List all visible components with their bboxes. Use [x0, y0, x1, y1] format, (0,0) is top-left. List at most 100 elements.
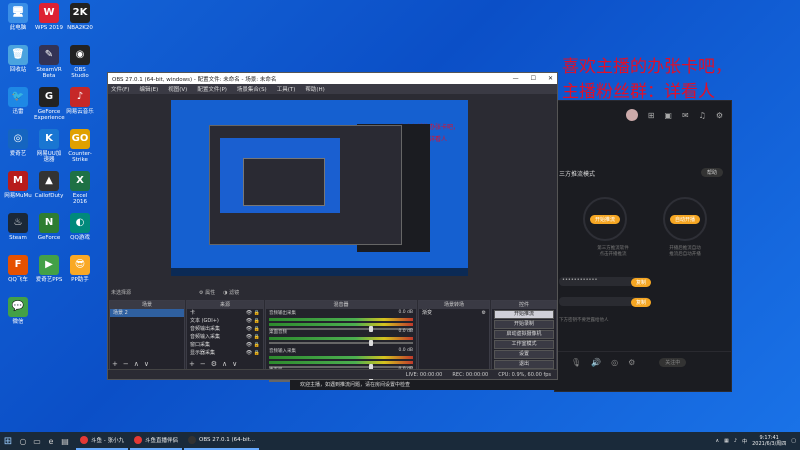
- mixer-channel: 音频输入采集 0.0 dB: [266, 347, 416, 370]
- desktop-icon[interactable]: 🐦 迅雷: [3, 87, 33, 115]
- edge-icon[interactable]: e: [44, 432, 58, 450]
- desktop-icon[interactable]: X Excel 2016: [65, 171, 95, 205]
- mic-icon[interactable]: 🎙: [571, 358, 581, 367]
- down-icon[interactable]: ∨: [232, 360, 237, 368]
- app-icon: 🖥: [8, 3, 28, 23]
- add-icon[interactable]: +: [112, 360, 118, 368]
- source-item[interactable]: 窗口采集 👁 🔒: [187, 341, 263, 349]
- filters-button[interactable]: ◑ 滤镜: [223, 289, 239, 296]
- follow-button[interactable]: 关注中: [659, 358, 687, 367]
- menu-item[interactable]: 场景集合(S): [237, 85, 267, 93]
- add-icon[interactable]: +: [189, 360, 195, 368]
- avatar[interactable]: [625, 109, 638, 121]
- taskview-icon[interactable]: ▭: [30, 432, 44, 450]
- desktop-icon[interactable]: W WPS 2019: [34, 3, 64, 31]
- copy-server-button[interactable]: 复制: [631, 278, 652, 287]
- help-button[interactable]: 帮助: [700, 168, 723, 177]
- desktop-icon[interactable]: K 网易UU加速器: [34, 129, 64, 163]
- remove-icon[interactable]: −: [200, 360, 206, 368]
- desktop-icon[interactable]: ♪ 网易云音乐: [65, 87, 95, 115]
- volume-icon[interactable]: ♪: [734, 438, 737, 444]
- wallet-icon[interactable]: ▣: [664, 111, 672, 120]
- start-button[interactable]: ⊞: [0, 432, 16, 450]
- explorer-icon[interactable]: ▤: [58, 432, 72, 450]
- clock[interactable]: 9:17:41 2021/6/3/周四: [752, 435, 786, 447]
- control-button[interactable]: 启动虚拟摄像机: [494, 330, 554, 339]
- close-icon[interactable]: ✕: [548, 75, 553, 82]
- desktop-icon[interactable]: ✎ SteamVR Beta: [34, 45, 64, 79]
- up-icon[interactable]: ∧: [134, 360, 139, 368]
- source-item[interactable]: 显示器采集 👁 🔒: [187, 349, 263, 357]
- desktop-icon[interactable]: G GeForce Experience: [34, 87, 65, 121]
- minimize-icon[interactable]: —: [513, 75, 519, 82]
- visibility-icon[interactable]: 👁 🔒: [246, 325, 260, 333]
- control-button[interactable]: 开始推流: [494, 310, 554, 319]
- desktop-icon[interactable]: ▶ 爱奇艺PPS: [34, 255, 64, 283]
- control-button[interactable]: 开始录制: [494, 320, 554, 329]
- down-icon[interactable]: ∨: [144, 360, 149, 368]
- network-icon[interactable]: ▦: [724, 438, 729, 444]
- settings-icon[interactable]: ⚙: [716, 111, 723, 120]
- source-item[interactable]: 卡 👁 🔒: [187, 309, 263, 317]
- desktop-icon[interactable]: ♨ Steam: [3, 213, 33, 241]
- source-item[interactable]: 音频输出采集 👁 🔒: [187, 325, 263, 333]
- remove-icon[interactable]: −: [123, 360, 129, 368]
- desktop-icon-label: Counter-Strike: [68, 151, 92, 163]
- source-item[interactable]: 音频输入采集 👁 🔒: [187, 333, 263, 341]
- taskbar-app[interactable]: OBS 27.0.1 (64-bit...: [184, 432, 260, 450]
- desktop-icon[interactable]: 💬 微信: [3, 297, 33, 325]
- desktop-icon[interactable]: 2K NBA2K20: [65, 3, 95, 31]
- search-icon[interactable]: ○: [16, 432, 30, 450]
- camera-icon[interactable]: ◎: [611, 358, 618, 367]
- ime-indicator[interactable]: 中: [742, 438, 747, 445]
- auto-start-button[interactable]: 自动开播: [669, 214, 700, 224]
- desktop-icon[interactable]: 😎 PP助手: [65, 255, 95, 283]
- desktop-icon[interactable]: GO Counter-Strike: [65, 129, 95, 163]
- notification-icon[interactable]: ▢: [791, 438, 796, 444]
- desktop-icon[interactable]: ◉ OBS Studio: [65, 45, 95, 79]
- visibility-icon[interactable]: 👁 🔒: [246, 341, 260, 349]
- taskbar-app[interactable]: 斗鱼直播伴侣: [129, 432, 182, 450]
- menu-item[interactable]: 工具(T): [277, 85, 296, 93]
- scene-item[interactable]: 场景 2: [110, 309, 184, 317]
- source-item[interactable]: 文本 (GDI+) 👁 🔒: [187, 317, 263, 325]
- control-button[interactable]: 工作室模式: [494, 340, 554, 349]
- visibility-icon[interactable]: 👁 🔒: [246, 317, 260, 325]
- menu-item[interactable]: 视图(V): [168, 85, 187, 93]
- gift-icon[interactable]: ⊞: [648, 111, 655, 120]
- desktop-icon-label: QQ游戏: [70, 235, 90, 241]
- volume-slider[interactable]: [269, 340, 413, 346]
- visibility-icon[interactable]: 👁 🔒: [246, 309, 260, 317]
- control-button[interactable]: 设置: [494, 350, 554, 359]
- taskbar-app[interactable]: 斗鱼 - 张小九: [76, 432, 128, 450]
- visibility-icon[interactable]: 👁 🔒: [246, 349, 260, 357]
- desktop-icon[interactable]: ▲ CallofDuty: [34, 171, 64, 199]
- menu-item[interactable]: 配置文件(P): [197, 85, 227, 93]
- desktop-icon[interactable]: ◐ QQ游戏: [65, 213, 95, 241]
- properties-button[interactable]: ⚙ 属性: [199, 289, 215, 296]
- desktop-icon[interactable]: 🖥 此电脑: [3, 3, 33, 31]
- chevron-up-icon[interactable]: ∧: [715, 438, 719, 444]
- obs-preview[interactable]: 喜欢主播的办张卡吧， 主播粉丝群：详看人: [171, 100, 468, 276]
- menu-item[interactable]: 帮助(H): [305, 85, 324, 93]
- volume-meter: [269, 337, 413, 340]
- copy-key-button[interactable]: 复制: [631, 298, 652, 307]
- gear-icon[interactable]: ⚙: [628, 358, 635, 367]
- visibility-icon[interactable]: 👁 🔒: [246, 333, 260, 341]
- control-button[interactable]: 退出: [494, 360, 554, 369]
- maximize-icon[interactable]: ☐: [531, 75, 536, 82]
- menu-item[interactable]: 编辑(E): [139, 85, 158, 93]
- desktop-icon[interactable]: 🗑 回收站: [3, 45, 33, 73]
- desktop-icon[interactable]: M 网易MuMu: [3, 171, 33, 199]
- gear-icon[interactable]: ⚙: [211, 360, 217, 368]
- transition-select[interactable]: 渐变 ⚙: [419, 309, 489, 317]
- menu-item[interactable]: 文件(F): [111, 85, 129, 93]
- mail-icon[interactable]: ✉: [682, 111, 689, 120]
- speaker-icon[interactable]: 🔊: [591, 358, 601, 367]
- desktop-icon[interactable]: F QQ飞车: [3, 255, 33, 283]
- desktop-icon[interactable]: ◎ 爱奇艺: [3, 129, 33, 157]
- bell-icon[interactable]: ♫: [699, 111, 706, 120]
- up-icon[interactable]: ∧: [222, 360, 227, 368]
- desktop-icon[interactable]: N GeForce: [34, 213, 64, 241]
- start-push-button[interactable]: 开始推流: [589, 214, 620, 224]
